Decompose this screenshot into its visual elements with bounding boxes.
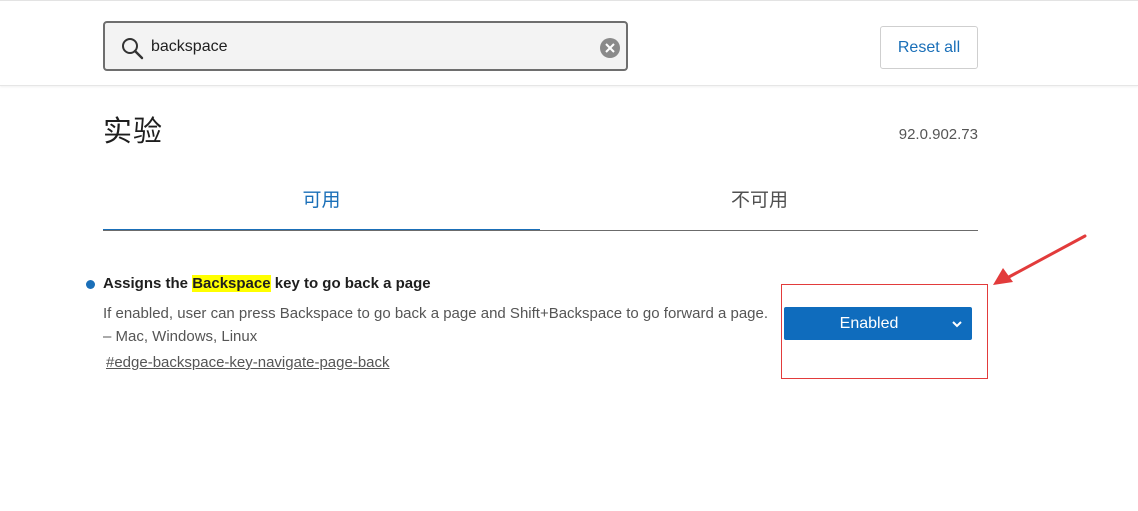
flag-name: Assigns the Backspace key to go back a p… (103, 275, 431, 292)
version-label: 92.0.902.73 (898, 126, 978, 143)
page-title: 实验 (103, 114, 164, 148)
flag-name-suffix: key to go back a page (270, 275, 431, 292)
top-bar: Reset all (0, 0, 1138, 86)
clear-icon[interactable] (600, 38, 620, 58)
flag-description: If enabled, user can press Backspace to … (103, 305, 769, 345)
flag-permalink[interactable]: #edge-backspace-key-navigate-page-back (106, 354, 390, 371)
tab-bar: 可用 不可用 (103, 176, 978, 231)
flag-state-value: Enabled (839, 315, 899, 332)
modified-dot (86, 280, 95, 289)
search-input[interactable] (151, 35, 591, 59)
flag-name-prefix: Assigns the (103, 275, 193, 292)
tab-available[interactable]: 可用 (103, 176, 540, 231)
flag-state-select[interactable]: Enabled (784, 307, 972, 340)
search-icon (122, 38, 144, 60)
annotation-arrow (993, 234, 1087, 285)
chevron-down-icon (952, 321, 962, 328)
tab-unavailable[interactable]: 不可用 (541, 176, 978, 230)
search-box[interactable] (103, 21, 628, 71)
tab-divider (103, 230, 978, 231)
reset-all-button[interactable]: Reset all (880, 26, 978, 69)
search-highlight: Backspace (192, 275, 271, 292)
